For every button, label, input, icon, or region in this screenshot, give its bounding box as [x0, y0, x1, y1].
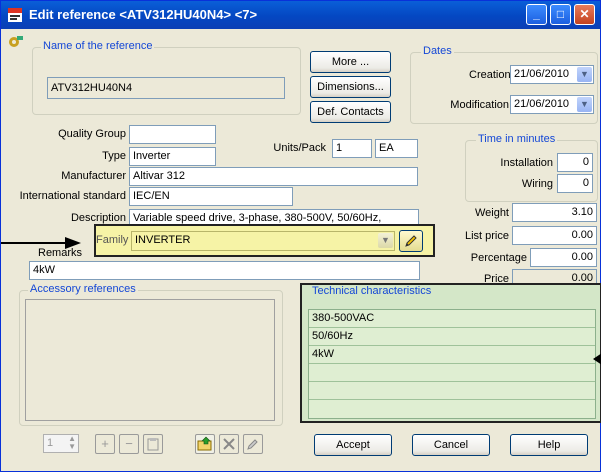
accessory-spinner[interactable]: 1 ▲ ▼	[43, 434, 79, 453]
intl-standard-field[interactable]: IEC/EN	[129, 187, 293, 206]
reference-name-legend: Name of the reference	[41, 40, 155, 52]
weight-field[interactable]: 3.10	[512, 203, 597, 222]
more-button[interactable]: More ...	[310, 51, 391, 73]
technical-legend: Technical characteristics	[312, 285, 432, 297]
plus-icon: +	[101, 436, 109, 451]
units-pack-unit-field[interactable]: EA	[375, 139, 418, 158]
units-pack-label: Units/Pack	[273, 142, 326, 154]
units-pack-field[interactable]: 1	[332, 139, 372, 158]
technical-characteristics-panel: Technical characteristics 380-500VAC 50/…	[300, 283, 601, 423]
callout-arrow-icon	[593, 353, 601, 365]
help-button[interactable]: Help	[510, 434, 588, 456]
callout-arrow-icon	[65, 237, 81, 249]
creation-date-picker[interactable]: 21/06/2010 ▼	[510, 65, 594, 84]
technical-row[interactable]: 50/60Hz	[309, 328, 595, 346]
percentage-field[interactable]: 0.00	[530, 248, 597, 267]
add-accessory-button[interactable]: +	[95, 434, 115, 454]
accept-button[interactable]: Accept	[314, 434, 392, 456]
modification-date-value: 21/06/2010	[514, 98, 570, 110]
edit-family-button[interactable]	[399, 230, 423, 252]
chevron-down-icon[interactable]: ▼	[378, 233, 393, 248]
family-value: INVERTER	[135, 234, 191, 246]
clipboard-icon	[147, 438, 159, 451]
quality-group-label: Quality Group	[58, 128, 126, 140]
delete-characteristic-button[interactable]	[219, 434, 239, 454]
percentage-label: Percentage	[470, 252, 527, 264]
callout-arrow-line	[1, 242, 71, 244]
type-label: Type	[102, 150, 126, 162]
maximize-button[interactable]: □	[550, 4, 571, 25]
cancel-button[interactable]: Cancel	[412, 434, 490, 456]
manufacturer-label: Manufacturer	[61, 170, 126, 182]
manufacturer-field[interactable]: Altivar 312	[129, 167, 418, 186]
installation-label: Installation	[500, 157, 553, 169]
accessory-list[interactable]	[25, 299, 275, 421]
technical-list[interactable]: 380-500VAC 50/60Hz 4kW	[308, 309, 596, 419]
new-characteristic-button[interactable]	[195, 434, 215, 454]
technical-row[interactable]: 4kW	[309, 346, 595, 364]
technical-row[interactable]	[309, 364, 595, 382]
family-dropdown[interactable]: INVERTER ▼	[131, 231, 395, 251]
spinner-value: 1	[47, 437, 54, 449]
window-title: Edit reference <ATV312HU40N4> <7>	[29, 7, 258, 22]
modification-date-picker[interactable]: 21/06/2010 ▼	[510, 95, 594, 114]
maximize-icon: □	[556, 7, 565, 21]
edit-characteristic-button[interactable]	[243, 434, 263, 454]
installation-field[interactable]: 0	[557, 153, 593, 172]
tool-icon[interactable]	[7, 34, 25, 50]
technical-row[interactable]: 380-500VAC	[309, 310, 595, 328]
app-icon	[7, 6, 25, 24]
list-price-label: List price	[464, 230, 509, 242]
technical-row[interactable]	[309, 382, 595, 400]
close-icon: ✕	[579, 7, 590, 21]
minus-icon: −	[125, 436, 133, 451]
folder-add-icon	[197, 436, 212, 451]
description-label: Description	[70, 212, 126, 224]
accessory-legend: Accessory references	[28, 283, 138, 295]
intl-standard-label: International standard	[19, 190, 126, 202]
remarks-field[interactable]: 4kW	[29, 261, 420, 280]
quality-group-field[interactable]	[129, 125, 216, 144]
weight-label: Weight	[474, 207, 509, 219]
pencil-icon	[405, 235, 417, 247]
pencil-icon	[247, 439, 258, 450]
minimize-button[interactable]: _	[526, 4, 547, 25]
chevron-down-icon[interactable]: ▼	[577, 67, 592, 82]
dimensions-button[interactable]: Dimensions...	[310, 76, 391, 98]
title-bar: Edit reference <ATV312HU40N4> <7> _ □ ✕	[1, 1, 600, 29]
minimize-icon: _	[533, 7, 540, 21]
family-label: Family	[96, 234, 129, 246]
dates-legend: Dates	[421, 45, 454, 57]
modification-label: Modification	[450, 99, 509, 111]
family-highlight: Family INVERTER ▼	[94, 224, 435, 257]
wiring-label: Wiring	[521, 178, 553, 190]
edit-reference-window: Edit reference <ATV312HU40N4> <7> _ □ ✕ …	[0, 0, 601, 472]
def-contacts-button[interactable]: Def. Contacts	[310, 101, 391, 123]
creation-date-value: 21/06/2010	[514, 68, 570, 80]
time-legend: Time in minutes	[476, 133, 558, 145]
reference-name-field[interactable]: ATV312HU40N4	[47, 77, 285, 99]
wiring-field[interactable]: 0	[557, 174, 593, 193]
spinner-arrows-icon[interactable]: ▲ ▼	[68, 435, 76, 451]
list-price-field[interactable]: 0.00	[512, 226, 597, 245]
delete-icon	[223, 438, 235, 450]
chevron-down-icon[interactable]: ▼	[577, 97, 592, 112]
close-button[interactable]: ✕	[574, 4, 595, 25]
creation-label: Creation	[469, 69, 511, 81]
paste-accessory-button[interactable]	[143, 434, 163, 454]
type-field[interactable]: Inverter	[129, 147, 216, 166]
remove-accessory-button[interactable]: −	[119, 434, 139, 454]
